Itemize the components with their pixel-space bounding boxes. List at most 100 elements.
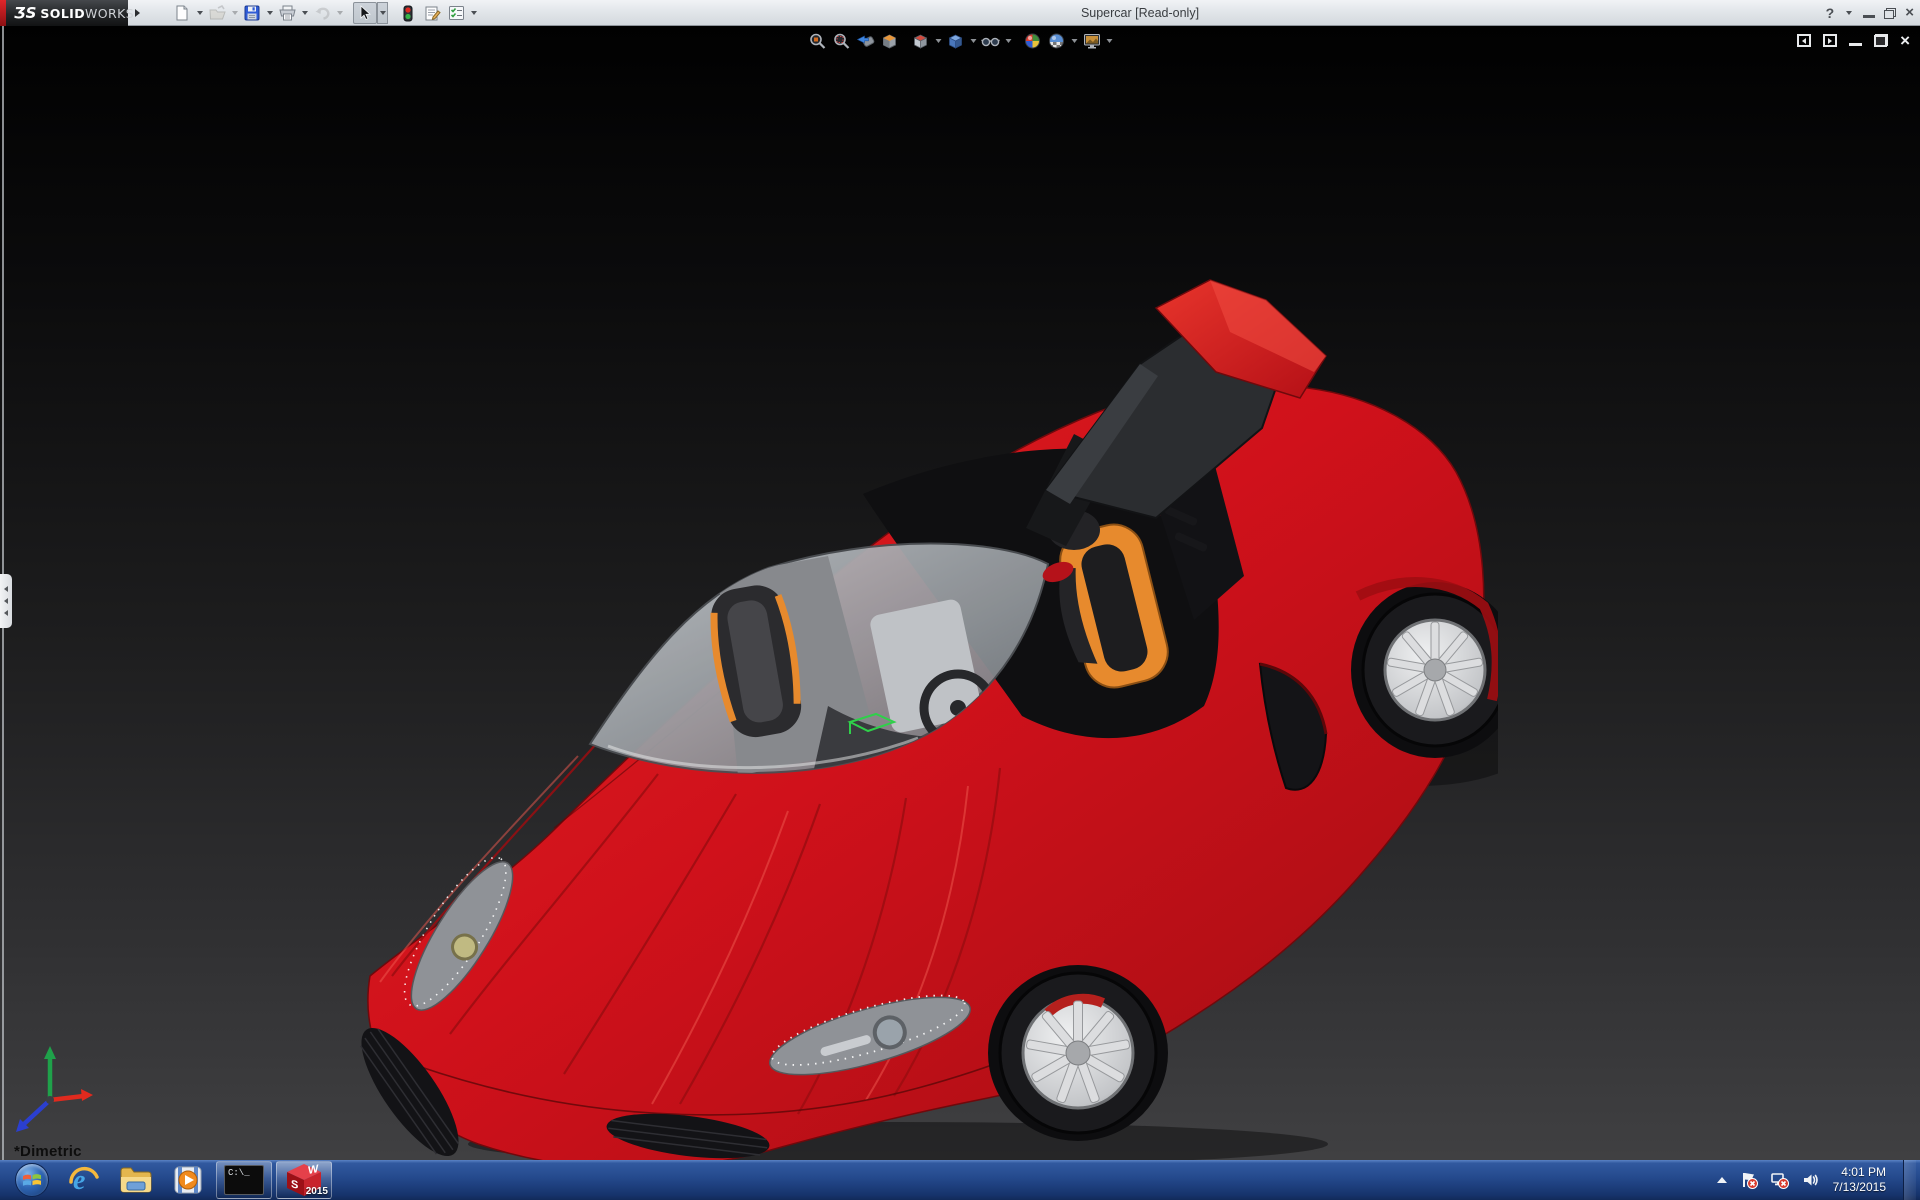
windows-logo-icon xyxy=(22,1171,42,1189)
view-orientation-dropdown[interactable] xyxy=(933,29,944,53)
solidworks-year-badge: 2015 xyxy=(306,1186,328,1197)
reference-triad xyxy=(8,1044,94,1136)
new-document-icon xyxy=(174,5,190,21)
clock-date: 7/13/2015 xyxy=(1833,1180,1886,1195)
new-document-button[interactable] xyxy=(170,2,194,24)
zoom-to-area-icon xyxy=(833,32,851,50)
view-settings-monitor-icon xyxy=(1082,32,1101,50)
menu-flyout-arrow[interactable] xyxy=(130,3,144,23)
zoom-to-fit-button[interactable] xyxy=(806,29,830,53)
triad-x-axis-arrow xyxy=(81,1089,93,1101)
section-view-button[interactable] xyxy=(878,29,902,53)
document-restore-button[interactable] xyxy=(1874,34,1888,47)
clock-time: 4:01 PM xyxy=(1833,1165,1886,1180)
network-error-icon[interactable] xyxy=(1771,1171,1789,1189)
file-properties-button[interactable] xyxy=(420,2,444,24)
taskbar-clock[interactable]: 4:01 PM 7/13/2015 xyxy=(1833,1165,1890,1195)
file-properties-icon xyxy=(424,5,441,21)
apply-scene-button[interactable] xyxy=(1045,29,1069,53)
view-settings-button[interactable] xyxy=(1080,29,1104,53)
undo-dropdown[interactable] xyxy=(334,2,345,24)
rebuild-button[interactable] xyxy=(396,2,420,24)
open-dropdown[interactable] xyxy=(229,2,240,24)
edit-appearance-ball-icon xyxy=(1024,32,1042,50)
print-button[interactable] xyxy=(275,2,299,24)
display-style-cube-icon xyxy=(947,32,965,50)
select-tool-button[interactable] xyxy=(353,2,377,24)
view-settings-dropdown[interactable] xyxy=(1104,29,1115,53)
document-title: Supercar [Read-only] xyxy=(1020,6,1260,20)
pane-previous-button[interactable] xyxy=(1797,34,1811,47)
print-icon xyxy=(279,5,296,21)
select-cursor-icon xyxy=(358,5,372,21)
graphics-viewport[interactable]: × xyxy=(0,26,1920,1160)
zoom-to-area-button[interactable] xyxy=(830,29,854,53)
media-player-icon xyxy=(172,1164,204,1196)
select-tool-dropdown[interactable] xyxy=(377,2,388,24)
apply-scene-dropdown[interactable] xyxy=(1069,29,1080,53)
display-style-dropdown[interactable] xyxy=(968,29,979,53)
view-orientation-label: *Dimetric xyxy=(14,1143,82,1160)
folder-icon xyxy=(119,1165,153,1195)
command-prompt-icon: C:\_ xyxy=(224,1165,264,1195)
document-window-controls: × xyxy=(1797,34,1910,47)
hide-show-items-button[interactable] xyxy=(979,29,1003,53)
print-dropdown[interactable] xyxy=(299,2,310,24)
brand-name-light: WORKS xyxy=(85,6,134,21)
headsup-view-toolbar xyxy=(806,29,1115,53)
save-button[interactable] xyxy=(240,2,264,24)
front-wheel xyxy=(1000,973,1156,1133)
taskbar-item-command-prompt[interactable]: C:\_ xyxy=(216,1161,272,1199)
feature-panel-collapse-handle[interactable] xyxy=(0,574,12,628)
taskbar: e C:\_ xyxy=(0,1160,1920,1200)
rebuild-traffic-light-icon xyxy=(402,5,414,22)
options-checklist-icon xyxy=(448,5,465,21)
solidworks-logo-glyph: ƷS xyxy=(14,4,36,22)
close-button[interactable]: × xyxy=(1905,8,1914,18)
system-tray: 4:01 PM 7/13/2015 xyxy=(1717,1160,1920,1200)
taskbar-item-media-player[interactable] xyxy=(162,1160,214,1200)
hide-show-glasses-icon xyxy=(981,32,1001,50)
new-document-dropdown[interactable] xyxy=(194,2,205,24)
restore-button[interactable] xyxy=(1884,8,1896,19)
edit-appearance-button[interactable] xyxy=(1021,29,1045,53)
main-toolbar xyxy=(170,0,479,26)
solidworks-window: ƷS SOLIDWORKS xyxy=(0,0,1920,1200)
svg-text:W: W xyxy=(308,1163,319,1177)
volume-icon[interactable] xyxy=(1802,1171,1820,1189)
taskbar-item-internet-explorer[interactable]: e xyxy=(58,1160,110,1200)
undo-button[interactable] xyxy=(310,2,334,24)
help-button[interactable]: ? xyxy=(1826,5,1835,21)
minimize-button[interactable] xyxy=(1863,8,1875,18)
car-model[interactable] xyxy=(358,276,1498,1160)
previous-view-icon xyxy=(856,32,876,50)
open-button[interactable] xyxy=(205,2,229,24)
taskbar-item-solidworks-2015[interactable]: S W 2015 xyxy=(276,1161,332,1199)
document-minimize-button[interactable] xyxy=(1849,35,1862,46)
save-dropdown[interactable] xyxy=(264,2,275,24)
help-dropdown[interactable] xyxy=(1843,6,1854,20)
previous-view-button[interactable] xyxy=(854,29,878,53)
undo-icon xyxy=(314,5,331,21)
solidworks-logo: ƷS SOLIDWORKS xyxy=(6,0,128,26)
save-icon xyxy=(244,5,260,21)
start-button[interactable] xyxy=(6,1160,58,1200)
hide-show-items-dropdown[interactable] xyxy=(1003,29,1014,53)
document-close-button[interactable]: × xyxy=(1900,34,1910,47)
open-icon xyxy=(209,5,226,21)
options-dropdown[interactable] xyxy=(468,2,479,24)
show-desktop-button[interactable] xyxy=(1903,1160,1916,1200)
action-center-flag-icon[interactable] xyxy=(1740,1171,1758,1189)
rear-wheel xyxy=(1363,594,1498,746)
options-button[interactable] xyxy=(444,2,468,24)
view-orientation-button[interactable] xyxy=(909,29,933,53)
brand-name-bold: SOLID xyxy=(40,6,85,21)
internet-explorer-icon: e xyxy=(68,1164,100,1196)
section-view-icon xyxy=(881,32,899,50)
pane-next-button[interactable] xyxy=(1823,34,1837,47)
show-hidden-icons-button[interactable] xyxy=(1717,1177,1727,1183)
taskbar-item-file-explorer[interactable] xyxy=(110,1160,162,1200)
view-orientation-cube-icon xyxy=(912,32,930,50)
display-style-button[interactable] xyxy=(944,29,968,53)
zoom-to-fit-icon xyxy=(809,32,827,50)
